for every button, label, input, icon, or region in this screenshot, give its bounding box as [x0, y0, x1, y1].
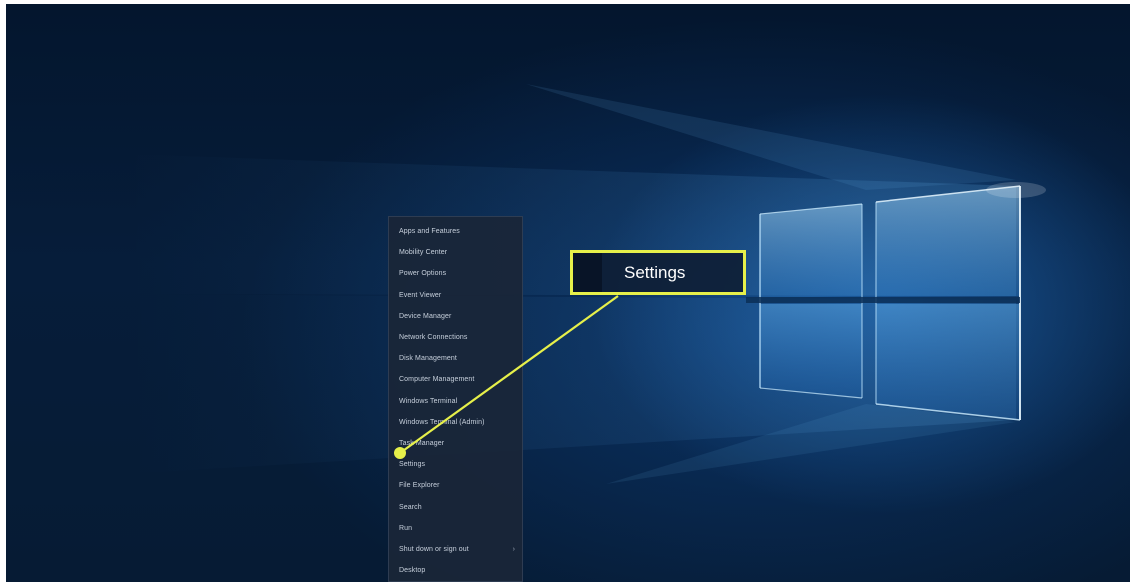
chevron-right-icon: ›	[512, 545, 515, 553]
menu-item-label: Run	[399, 524, 413, 532]
menu-item-shut-down-or-sign-out[interactable]: Shut down or sign out ›	[389, 539, 522, 560]
menu-item-windows-terminal-admin[interactable]: Windows Terminal (Admin)	[389, 412, 522, 433]
menu-item-label: Device Manager	[399, 312, 452, 320]
menu-item-label: Windows Terminal (Admin)	[399, 418, 485, 426]
menu-item-search[interactable]: Search	[389, 496, 522, 517]
menu-item-label: Windows Terminal	[399, 397, 458, 405]
menu-item-label: Event Viewer	[399, 291, 442, 299]
menu-item-label: Search	[399, 503, 422, 511]
menu-item-computer-management[interactable]: Computer Management	[389, 369, 522, 390]
desktop-screen: Apps and Features Mobility Center Power …	[6, 4, 1130, 582]
menu-item-run[interactable]: Run	[389, 518, 522, 539]
menu-item-label: Power Options	[399, 270, 447, 278]
menu-item-label: Network Connections	[399, 334, 468, 342]
menu-item-label: Apps and Features	[399, 228, 460, 236]
menu-item-mobility-center[interactable]: Mobility Center	[389, 242, 522, 263]
menu-item-power-options[interactable]: Power Options	[389, 263, 522, 284]
menu-item-file-explorer[interactable]: File Explorer	[389, 475, 522, 496]
winx-quick-link-menu: Apps and Features Mobility Center Power …	[388, 216, 523, 582]
callout-accent-block	[573, 253, 602, 292]
menu-item-desktop[interactable]: Desktop	[389, 560, 522, 581]
menu-item-label: Shut down or sign out	[399, 545, 469, 553]
menu-item-label: Computer Management	[399, 376, 475, 384]
menu-item-event-viewer[interactable]: Event Viewer	[389, 285, 522, 306]
menu-item-label: Settings	[399, 461, 426, 469]
menu-item-windows-terminal[interactable]: Windows Terminal	[389, 391, 522, 412]
menu-item-device-manager[interactable]: Device Manager	[389, 306, 522, 327]
menu-item-task-manager[interactable]: Task Manager	[389, 433, 522, 454]
settings-callout-box: Settings	[570, 250, 746, 295]
callout-label: Settings	[624, 263, 686, 282]
menu-item-label: File Explorer	[399, 482, 440, 490]
menu-item-label: Task Manager	[399, 439, 445, 447]
menu-item-network-connections[interactable]: Network Connections	[389, 327, 522, 348]
menu-item-label: Disk Management	[399, 355, 457, 363]
menu-item-settings[interactable]: Settings	[389, 454, 522, 475]
menu-item-disk-management[interactable]: Disk Management	[389, 348, 522, 369]
menu-item-apps-and-features[interactable]: Apps and Features	[389, 221, 522, 242]
menu-item-label: Desktop	[399, 567, 426, 575]
menu-item-label: Mobility Center	[399, 249, 448, 257]
windows-wallpaper	[126, 84, 1046, 484]
